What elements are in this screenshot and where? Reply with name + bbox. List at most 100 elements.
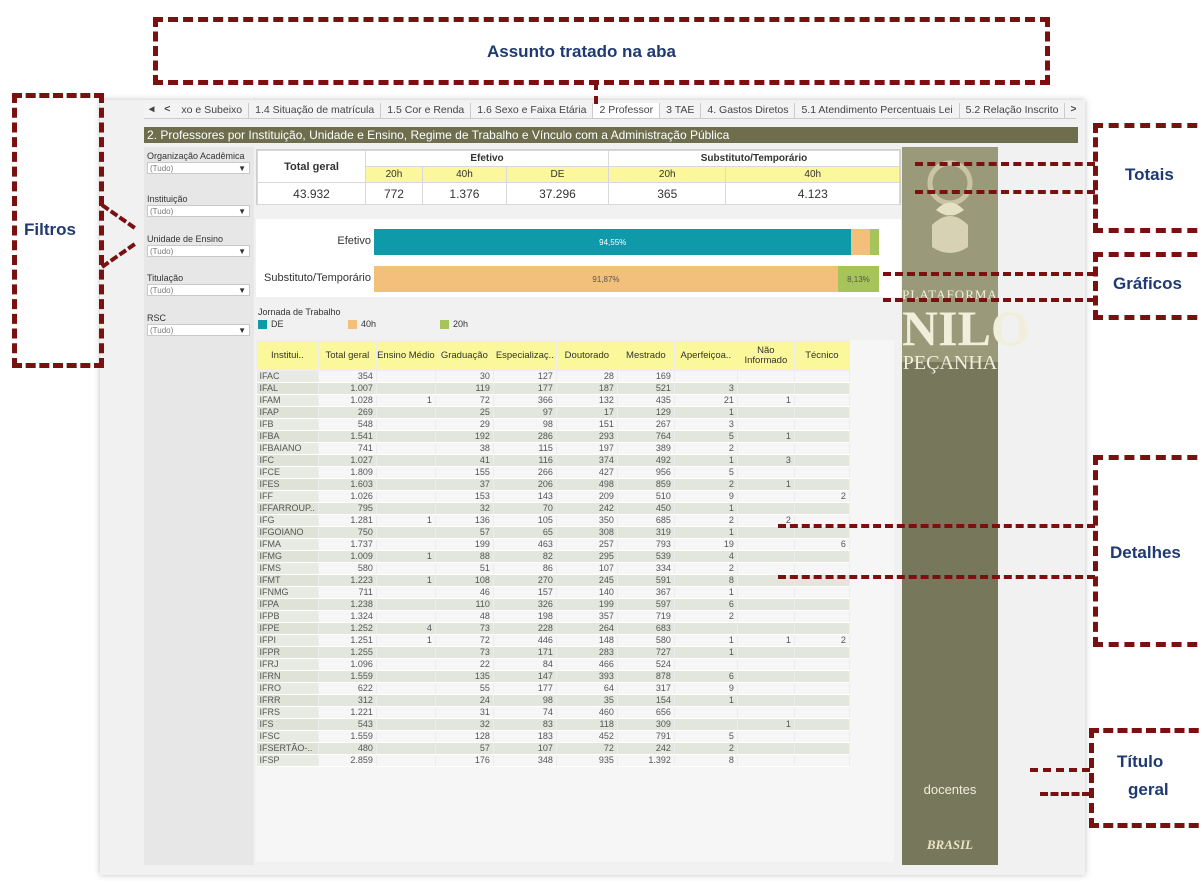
value-cell: 72 bbox=[435, 634, 494, 647]
value-cell: 269 bbox=[318, 406, 377, 419]
filter-label: Titulação bbox=[147, 273, 184, 283]
page-title: 2. Professores por Instituição, Unidade … bbox=[144, 127, 1078, 143]
value-cell bbox=[794, 406, 850, 419]
graficos-arrow-2 bbox=[883, 298, 1095, 302]
value-cell bbox=[794, 550, 850, 563]
filter-dropdown[interactable]: (Tudo) ▼ bbox=[147, 205, 250, 217]
legend-swatch bbox=[258, 319, 267, 329]
legend-item[interactable]: 20h bbox=[440, 319, 468, 329]
value-cell: 3 bbox=[674, 418, 738, 431]
value-cell bbox=[737, 682, 795, 695]
bar-segment-20h[interactable] bbox=[869, 229, 879, 255]
tab-item[interactable]: 1.6 Sexo e Faixa Etária bbox=[471, 103, 594, 118]
column-header[interactable]: Aperfeiçoa.. bbox=[673, 340, 738, 371]
tab-item[interactable]: 1.5 Cor e Renda bbox=[381, 103, 472, 118]
value-cell: 228 bbox=[493, 622, 557, 635]
column-header[interactable]: Institui.. bbox=[256, 340, 319, 371]
efetivo-header: Efetivo bbox=[365, 150, 609, 167]
column-header[interactable]: Graduação bbox=[434, 340, 494, 371]
value-cell bbox=[737, 706, 795, 719]
tab-item[interactable]: 5.2 Relação Inscrito bbox=[960, 103, 1066, 118]
column-header[interactable]: Ensino Médio bbox=[375, 340, 436, 371]
table-row: IFRO 622 55 177 64 317 9 bbox=[256, 682, 850, 695]
institution-cell: IFG bbox=[256, 514, 319, 527]
tab-item[interactable]: 2 Professor bbox=[593, 103, 661, 118]
tab-nav-arrow[interactable]: ◂ bbox=[144, 103, 159, 118]
institution-cell: IFRO bbox=[256, 682, 319, 695]
value-cell: 5 bbox=[674, 730, 738, 743]
table-row: IFAL 1.007 119 177 187 521 3 bbox=[256, 382, 850, 395]
value-cell bbox=[794, 670, 850, 683]
column-header[interactable]: Doutorado bbox=[555, 340, 618, 371]
value-cell: 46 bbox=[435, 586, 494, 599]
value-cell bbox=[737, 370, 795, 383]
value-cell: 119 bbox=[435, 382, 494, 395]
column-header[interactable]: Não Informado bbox=[736, 340, 795, 371]
value-cell: 135 bbox=[435, 670, 494, 683]
bar-segment-40h[interactable] bbox=[851, 229, 870, 255]
value-cell bbox=[674, 370, 738, 383]
value-cell: 198 bbox=[493, 610, 557, 623]
table-row: IFB 548 29 98 151 267 3 bbox=[256, 418, 850, 431]
filter-dropdown[interactable]: (Tudo) ▼ bbox=[147, 245, 250, 257]
filter-dropdown[interactable]: (Tudo) ▼ bbox=[147, 324, 250, 336]
value-cell: 8 bbox=[674, 574, 738, 587]
value-cell: 267 bbox=[617, 418, 675, 431]
value-cell: 257 bbox=[556, 538, 618, 551]
tab-nav-arrow[interactable]: > bbox=[1065, 103, 1076, 118]
tab-item[interactable]: xo e Subeixo bbox=[175, 103, 250, 118]
bar-segment-40h[interactable]: 91,87% bbox=[374, 266, 838, 292]
value-cell: 791 bbox=[617, 730, 675, 743]
brand-panel: PLATAFORMA NILO PEÇANHA docentes BRASIL bbox=[902, 147, 1030, 865]
value-cell bbox=[376, 742, 436, 755]
tab-item[interactable]: 5.1 Atendimento Percentuais Lei bbox=[795, 103, 960, 118]
value-cell: 357 bbox=[556, 610, 618, 623]
table-row: IFES 1.603 37 206 498 859 2 1 bbox=[256, 478, 850, 491]
brand-line3: PEÇANHA bbox=[902, 352, 998, 374]
value-cell bbox=[794, 502, 850, 515]
value-cell: 524 bbox=[617, 658, 675, 671]
detalhes-arrow-1 bbox=[778, 524, 1095, 528]
value-cell: 711 bbox=[318, 586, 377, 599]
value-cell: 107 bbox=[556, 562, 618, 575]
filter-4: RSC (Tudo) ▼ bbox=[147, 313, 250, 336]
value-cell: 463 bbox=[493, 538, 557, 551]
value-cell bbox=[376, 466, 436, 479]
filter-dropdown[interactable]: (Tudo) ▼ bbox=[147, 162, 250, 174]
value-cell: 57 bbox=[435, 742, 494, 755]
column-header[interactable]: Técnico bbox=[793, 340, 850, 371]
value-cell bbox=[794, 526, 850, 539]
value-cell bbox=[737, 754, 795, 767]
value-cell bbox=[794, 706, 850, 719]
value-cell: 1 bbox=[737, 430, 795, 443]
value-cell bbox=[794, 454, 850, 467]
tab-item[interactable]: 4. Gastos Diretos bbox=[701, 103, 796, 118]
tab-item[interactable]: 3 TAE bbox=[660, 103, 702, 118]
column-header[interactable]: Especializaç.. bbox=[492, 340, 557, 371]
substituto-header: Substituto/Temporário bbox=[607, 150, 901, 167]
bar-segment-DE[interactable]: 94,55% bbox=[374, 229, 852, 255]
value-cell: 129 bbox=[617, 406, 675, 419]
institution-cell: IFNMG bbox=[256, 586, 319, 599]
tab-nav-arrow[interactable]: < bbox=[159, 103, 175, 118]
detail-table[interactable]: Institui.. Total geral Ensino Médio Graduaç… bbox=[256, 340, 894, 862]
column-header[interactable]: Total geral bbox=[317, 340, 377, 371]
value-cell: 65 bbox=[493, 526, 557, 539]
tab-item[interactable]: 1.4 Situação de matrícula bbox=[249, 103, 382, 118]
bar-segment-20h[interactable]: 8,13% bbox=[837, 266, 879, 292]
table-row: IFSERTÃO-.. 480 57 107 72 242 2 bbox=[256, 742, 850, 755]
value-cell: 450 bbox=[617, 502, 675, 515]
filter-dropdown[interactable]: (Tudo) ▼ bbox=[147, 284, 250, 296]
legend-item[interactable]: DE bbox=[258, 319, 284, 329]
table-row: IFMG 1.009 1 88 82 295 539 4 bbox=[256, 550, 850, 563]
legend-item[interactable]: 40h bbox=[348, 319, 376, 329]
table-row: IFNMG 711 46 157 140 367 1 bbox=[256, 586, 850, 599]
value-cell bbox=[674, 718, 738, 731]
column-header[interactable]: Mestrado bbox=[616, 340, 675, 371]
value-cell: 685 bbox=[617, 514, 675, 527]
table-row: IFMA 1.737 199 463 257 793 19 6 bbox=[256, 538, 850, 551]
value-cell bbox=[376, 598, 436, 611]
value-cell bbox=[376, 430, 436, 443]
table-row: IFRS 1.221 31 74 460 656 bbox=[256, 706, 850, 719]
value-cell: 206 bbox=[493, 478, 557, 491]
